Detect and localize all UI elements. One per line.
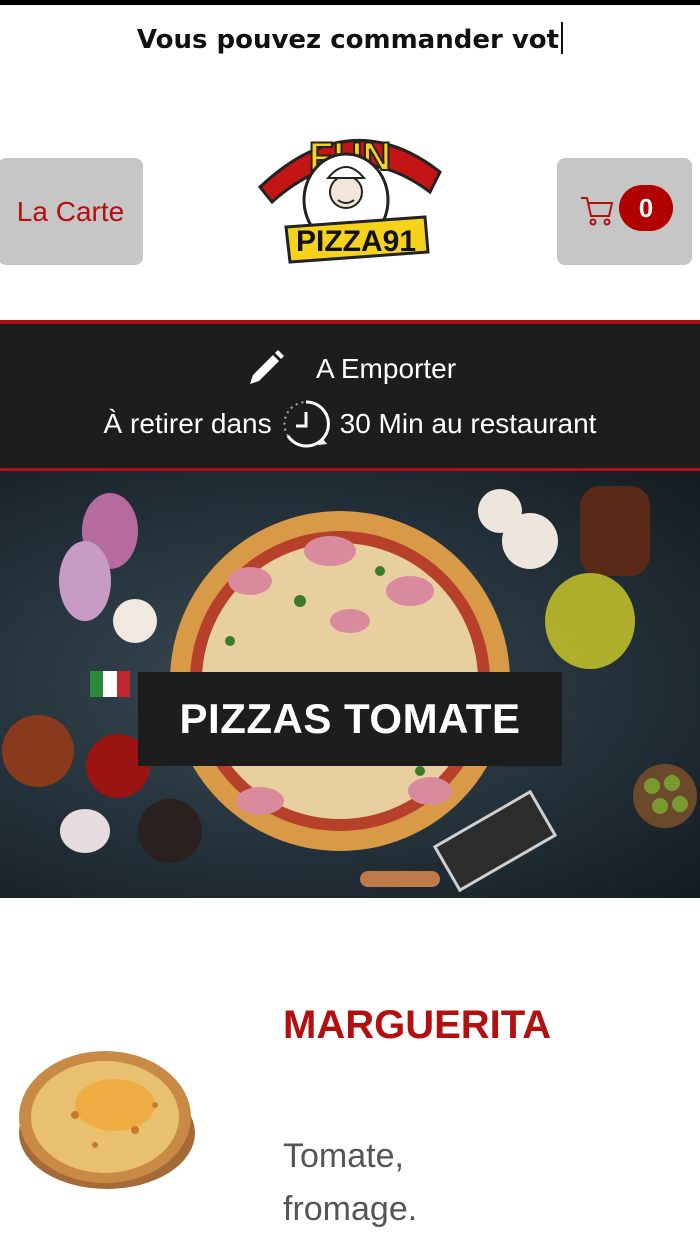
pickup-time: 30 Min au restaurant <box>339 408 597 439</box>
menu-button-label: La Carte <box>16 195 125 227</box>
order-mode: A Emporter <box>315 353 457 384</box>
product-image[interactable] <box>15 1035 200 1195</box>
cart-icon <box>581 197 614 226</box>
product-name[interactable]: MARGUERITA <box>283 1003 551 1048</box>
top-border <box>0 0 700 5</box>
text-caret <box>561 22 564 54</box>
cart-button[interactable]: 0 <box>557 158 692 265</box>
cart-count-badge: 0 <box>619 185 673 231</box>
pickup-prefix: À retirer dans <box>103 408 272 439</box>
pencil-icon <box>249 350 284 384</box>
ticker-text: Vous pouvez commander vot <box>136 25 560 55</box>
product-description: Tomate, fromage. <box>283 1137 418 1228</box>
category-hero-banner[interactable]: PIZZAS TOMATE <box>0 471 700 898</box>
category-title: PIZZAS TOMATE <box>138 672 562 766</box>
clock-icon <box>283 400 330 448</box>
order-info-banner: A Emporter À retirer dans 30 Min au rest… <box>0 320 700 471</box>
logo[interactable]: FUN PIZZA91 <box>250 112 450 267</box>
announcement-ticker: Vous pouvez commander vot <box>0 22 700 55</box>
logo-bottom-text: PIZZA91 <box>296 225 416 258</box>
menu-button[interactable]: La Carte <box>0 158 143 265</box>
